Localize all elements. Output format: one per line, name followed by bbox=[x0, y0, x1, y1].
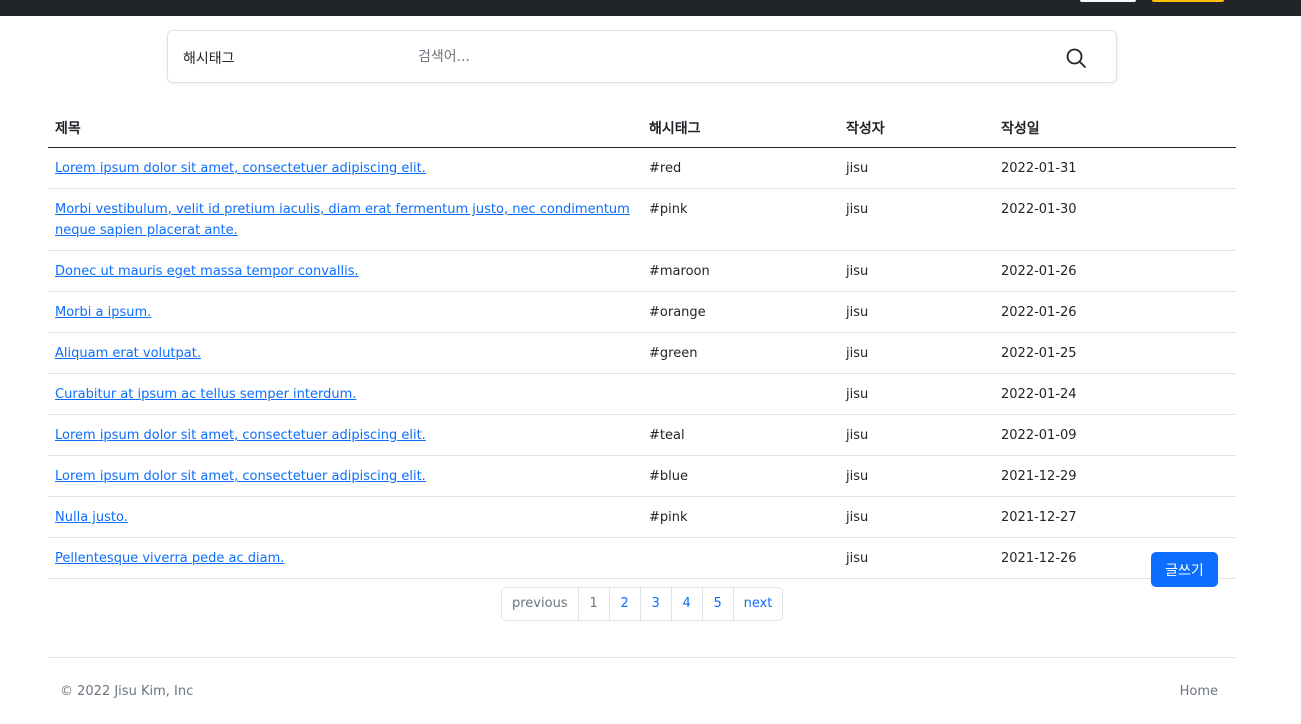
table-row: Nulla justo. #pink jisu 2021-12-27 bbox=[48, 496, 1236, 538]
cell-hashtag: #red bbox=[642, 147, 839, 189]
cell-date: 2022-01-26 bbox=[994, 291, 1236, 333]
search-button[interactable] bbox=[1065, 47, 1087, 69]
table-row: Donec ut mauris eget massa tempor conval… bbox=[48, 250, 1236, 292]
article-title-link[interactable]: Morbi vestibulum, velit id pretium iacul… bbox=[55, 202, 630, 238]
search-input[interactable] bbox=[418, 43, 1058, 71]
table-row: Curabitur at ipsum ac tellus semper inte… bbox=[48, 373, 1236, 415]
table-row: Aliquam erat volutpat. #green jisu 2022-01-… bbox=[48, 332, 1236, 374]
article-title-link[interactable]: Nulla justo. bbox=[55, 510, 128, 525]
cell-title: Morbi a ipsum. bbox=[48, 291, 642, 333]
pagination-page-2[interactable]: 2 bbox=[608, 588, 640, 620]
cell-date: 2022-01-24 bbox=[994, 373, 1236, 415]
article-title-link[interactable]: Lorem ipsum dolor sit amet, consectetuer… bbox=[55, 469, 426, 484]
cell-date: 2022-01-26 bbox=[994, 250, 1236, 292]
cell-author: jisu bbox=[839, 147, 994, 189]
navbar-login-button[interactable] bbox=[1080, 0, 1136, 2]
cell-date: 2022-01-31 bbox=[994, 147, 1236, 189]
cell-hashtag: #pink bbox=[642, 496, 839, 538]
write-article-button[interactable]: 글쓰기 bbox=[1151, 552, 1218, 587]
cell-title: Curabitur at ipsum ac tellus semper inte… bbox=[48, 373, 642, 415]
cell-author: jisu bbox=[839, 188, 994, 251]
table-row: Lorem ipsum dolor sit amet, consectetuer… bbox=[48, 414, 1236, 456]
cell-hashtag: #green bbox=[642, 332, 839, 374]
footer-copyright: © 2022 Jisu Kim, Inc bbox=[60, 684, 194, 699]
cell-title: Nulla justo. bbox=[48, 496, 642, 538]
search-form: 해시태그 bbox=[167, 30, 1117, 83]
navbar-signup-button[interactable] bbox=[1152, 0, 1224, 2]
column-header-date[interactable]: 작성일 bbox=[994, 110, 1236, 148]
table-header-row: 제목 해시태그 작성자 작성일 bbox=[48, 110, 1236, 148]
table-row: Lorem ipsum dolor sit amet, consectetuer… bbox=[48, 455, 1236, 497]
article-title-link[interactable]: Lorem ipsum dolor sit amet, consectetuer… bbox=[55, 161, 426, 176]
article-rows: Lorem ipsum dolor sit amet, consectetuer… bbox=[48, 147, 1236, 579]
cell-author: jisu bbox=[839, 291, 994, 333]
table-row: Morbi vestibulum, velit id pretium iacul… bbox=[48, 188, 1236, 251]
cell-title: Lorem ipsum dolor sit amet, consectetuer… bbox=[48, 414, 642, 456]
cell-title: Lorem ipsum dolor sit amet, consectetuer… bbox=[48, 455, 642, 497]
cell-title: Donec ut mauris eget massa tempor conval… bbox=[48, 250, 642, 292]
cell-date: 2022-01-25 bbox=[994, 332, 1236, 374]
cell-date: 2021-12-29 bbox=[994, 455, 1236, 497]
cell-date: 2021-12-27 bbox=[994, 496, 1236, 538]
cell-date: 2022-01-30 bbox=[994, 188, 1236, 251]
cell-title: Pellentesque viverra pede ac diam. bbox=[48, 537, 642, 579]
cell-author: jisu bbox=[839, 332, 994, 374]
cell-author: jisu bbox=[839, 455, 994, 497]
cell-author: jisu bbox=[839, 537, 994, 579]
cell-title: Aliquam erat volutpat. bbox=[48, 332, 642, 374]
table-row: Pellentesque viverra pede ac diam. jisu 20… bbox=[48, 537, 1236, 579]
article-title-link[interactable]: Aliquam erat volutpat. bbox=[55, 346, 201, 361]
cell-author: jisu bbox=[839, 373, 994, 415]
cell-author: jisu bbox=[839, 414, 994, 456]
search-type-select[interactable]: 해시태그 bbox=[183, 48, 235, 68]
search-icon bbox=[1066, 48, 1086, 68]
column-header-title[interactable]: 제목 bbox=[48, 110, 642, 148]
cell-hashtag: #teal bbox=[642, 414, 839, 456]
footer-home-link[interactable]: Home bbox=[1180, 684, 1218, 699]
cell-hashtag: #blue bbox=[642, 455, 839, 497]
pagination-page-1[interactable]: 1 bbox=[577, 588, 609, 620]
article-title-link[interactable]: Morbi a ipsum. bbox=[55, 305, 151, 320]
cell-hashtag: #orange bbox=[642, 291, 839, 333]
pagination-page-5[interactable]: 5 bbox=[701, 588, 733, 620]
cell-date: 2022-01-09 bbox=[994, 414, 1236, 456]
pagination: previous 1 2 3 4 5 next bbox=[501, 587, 784, 621]
pagination-next[interactable]: next bbox=[732, 588, 783, 620]
article-title-link[interactable]: Lorem ipsum dolor sit amet, consectetuer… bbox=[55, 428, 426, 443]
pagination-page-3[interactable]: 3 bbox=[639, 588, 671, 620]
cell-hashtag bbox=[642, 373, 839, 415]
article-title-link[interactable]: Pellentesque viverra pede ac diam. bbox=[55, 551, 284, 566]
article-title-link[interactable]: Donec ut mauris eget massa tempor conval… bbox=[55, 264, 359, 279]
cell-author: jisu bbox=[839, 496, 994, 538]
pagination-page-4[interactable]: 4 bbox=[670, 588, 702, 620]
column-header-author[interactable]: 작성자 bbox=[839, 110, 994, 148]
table-row: Morbi a ipsum. #orange jisu 2022-01-26 bbox=[48, 291, 1236, 333]
cell-author: jisu bbox=[839, 250, 994, 292]
cell-title: Morbi vestibulum, velit id pretium iacul… bbox=[48, 188, 642, 251]
footer-divider bbox=[48, 657, 1236, 658]
cell-hashtag: #maroon bbox=[642, 250, 839, 292]
table-row: Lorem ipsum dolor sit amet, consectetuer… bbox=[48, 147, 1236, 189]
pagination-previous[interactable]: previous bbox=[502, 588, 578, 620]
cell-hashtag: #pink bbox=[642, 188, 839, 251]
cell-title: Lorem ipsum dolor sit amet, consectetuer… bbox=[48, 147, 642, 189]
article-title-link[interactable]: Curabitur at ipsum ac tellus semper inte… bbox=[55, 387, 356, 402]
cell-hashtag bbox=[642, 537, 839, 579]
top-navbar bbox=[0, 0, 1301, 16]
article-table: 제목 해시태그 작성자 작성일 Lorem ipsum dolor sit am… bbox=[48, 110, 1236, 579]
column-header-hashtag[interactable]: 해시태그 bbox=[642, 110, 839, 148]
